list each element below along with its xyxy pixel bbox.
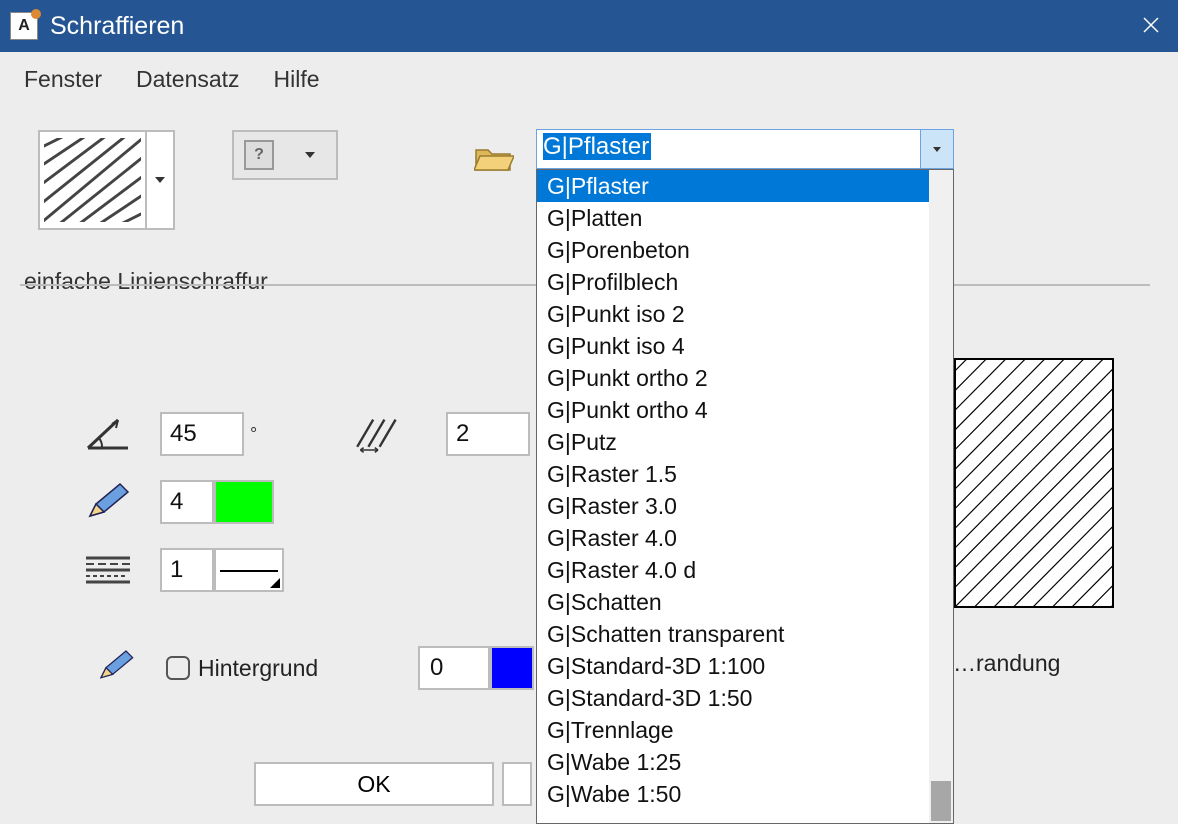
close-icon bbox=[1143, 12, 1159, 40]
background-pen-group bbox=[418, 640, 534, 696]
dropdown-item[interactable]: G|Punkt ortho 2 bbox=[537, 362, 929, 394]
pen-input[interactable] bbox=[160, 480, 214, 524]
background-color-swatch[interactable] bbox=[490, 646, 534, 690]
spacing-row bbox=[354, 402, 530, 466]
dropdown-item[interactable]: G|Raster 4.0 d bbox=[537, 554, 929, 586]
linetype-input[interactable] bbox=[160, 548, 214, 592]
hatch-name-combobox[interactable]: G|Pflaster bbox=[536, 129, 954, 169]
combobox-selected-text: G|Pflaster bbox=[537, 130, 920, 168]
dropdown-item[interactable]: G|Punkt iso 2 bbox=[537, 298, 929, 330]
question-icon: ? bbox=[234, 132, 284, 178]
pen-color-swatch[interactable] bbox=[214, 480, 274, 524]
dropdown-item[interactable]: G|Schatten transparent bbox=[537, 618, 929, 650]
dropdown-item[interactable]: G|Putz bbox=[537, 426, 929, 458]
menu-fenster[interactable]: Fenster bbox=[24, 66, 102, 93]
dropdown-item[interactable]: G|Trennlage bbox=[537, 714, 929, 746]
hatch-style-dropdown[interactable] bbox=[38, 130, 175, 230]
background-pen-input[interactable] bbox=[418, 646, 490, 690]
title-bar: A Schraffieren bbox=[0, 0, 1178, 52]
dropdown-item[interactable]: G|Wabe 1:25 bbox=[537, 746, 929, 778]
linetype-icon bbox=[84, 550, 160, 590]
spacing-input[interactable] bbox=[446, 412, 530, 456]
window-title: Schraffieren bbox=[50, 12, 184, 41]
linetype-swatch[interactable] bbox=[214, 548, 284, 592]
dropdown-scrollbar[interactable] bbox=[929, 170, 953, 823]
dropdown-item[interactable]: G|Schatten bbox=[537, 586, 929, 618]
folder-icon bbox=[474, 163, 514, 180]
background-label: Hintergrund bbox=[198, 655, 318, 682]
dropdown-item[interactable]: G|Wabe 1:50 bbox=[537, 778, 929, 810]
client-area: ? G|Pflaster einfache Linienschraffur bbox=[0, 106, 1178, 824]
section-title: einfache Linienschraffur bbox=[24, 268, 268, 295]
dropdown-item[interactable]: G|Punkt ortho 4 bbox=[537, 394, 929, 426]
scrollbar-thumb[interactable] bbox=[931, 781, 951, 821]
hatch-category-dropdown[interactable]: ? bbox=[232, 130, 338, 180]
menu-hilfe[interactable]: Hilfe bbox=[274, 66, 320, 93]
ok-button[interactable]: OK bbox=[254, 762, 494, 806]
chevron-down-icon bbox=[920, 130, 953, 168]
background-row: Hintergrund bbox=[96, 640, 366, 696]
open-folder-button[interactable] bbox=[474, 140, 514, 176]
dropdown-item[interactable]: G|Pflaster bbox=[537, 170, 929, 202]
app-icon: A bbox=[10, 12, 38, 40]
spacing-icon bbox=[354, 414, 446, 454]
hatch-name-dropdown-list: G|PflasterG|PlattenG|PorenbetonG|Profilb… bbox=[536, 169, 954, 824]
close-button[interactable] bbox=[1124, 0, 1178, 52]
dropdown-list: G|PflasterG|PlattenG|PorenbetonG|Profilb… bbox=[537, 170, 929, 823]
menu-bar: Fenster Datensatz Hilfe bbox=[0, 52, 1178, 106]
umrandung-label: …randung bbox=[953, 650, 1060, 677]
dropdown-item[interactable]: G|Platten bbox=[537, 202, 929, 234]
hatch-swatch-icon bbox=[40, 132, 145, 228]
hatch-large-preview bbox=[954, 358, 1114, 608]
dropdown-item[interactable]: G|Standard-3D 1:50 bbox=[537, 682, 929, 714]
angle-unit: ° bbox=[250, 424, 257, 445]
dropdown-item[interactable]: G|Punkt iso 4 bbox=[537, 330, 929, 362]
pen-row bbox=[84, 470, 524, 534]
menu-datensatz[interactable]: Datensatz bbox=[136, 66, 240, 93]
angle-input[interactable] bbox=[160, 412, 244, 456]
angle-icon bbox=[84, 414, 160, 454]
dropdown-item[interactable]: G|Profilblech bbox=[537, 266, 929, 298]
dropdown-item[interactable]: G|Raster 1.5 bbox=[537, 458, 929, 490]
hatch-params-col2 bbox=[354, 402, 530, 470]
chevron-down-icon bbox=[145, 132, 173, 228]
chevron-down-icon bbox=[284, 132, 336, 178]
dropdown-item[interactable]: G|Porenbeton bbox=[537, 234, 929, 266]
pencil-icon bbox=[84, 482, 160, 522]
pencil-icon bbox=[96, 646, 166, 691]
dropdown-item[interactable]: G|Raster 4.0 bbox=[537, 522, 929, 554]
dropdown-item[interactable]: G|Raster 3.0 bbox=[537, 490, 929, 522]
dropdown-item[interactable]: G|Standard-3D 1:100 bbox=[537, 650, 929, 682]
linetype-row bbox=[84, 538, 524, 602]
background-checkbox[interactable] bbox=[166, 656, 190, 680]
cancel-button[interactable] bbox=[502, 762, 532, 806]
